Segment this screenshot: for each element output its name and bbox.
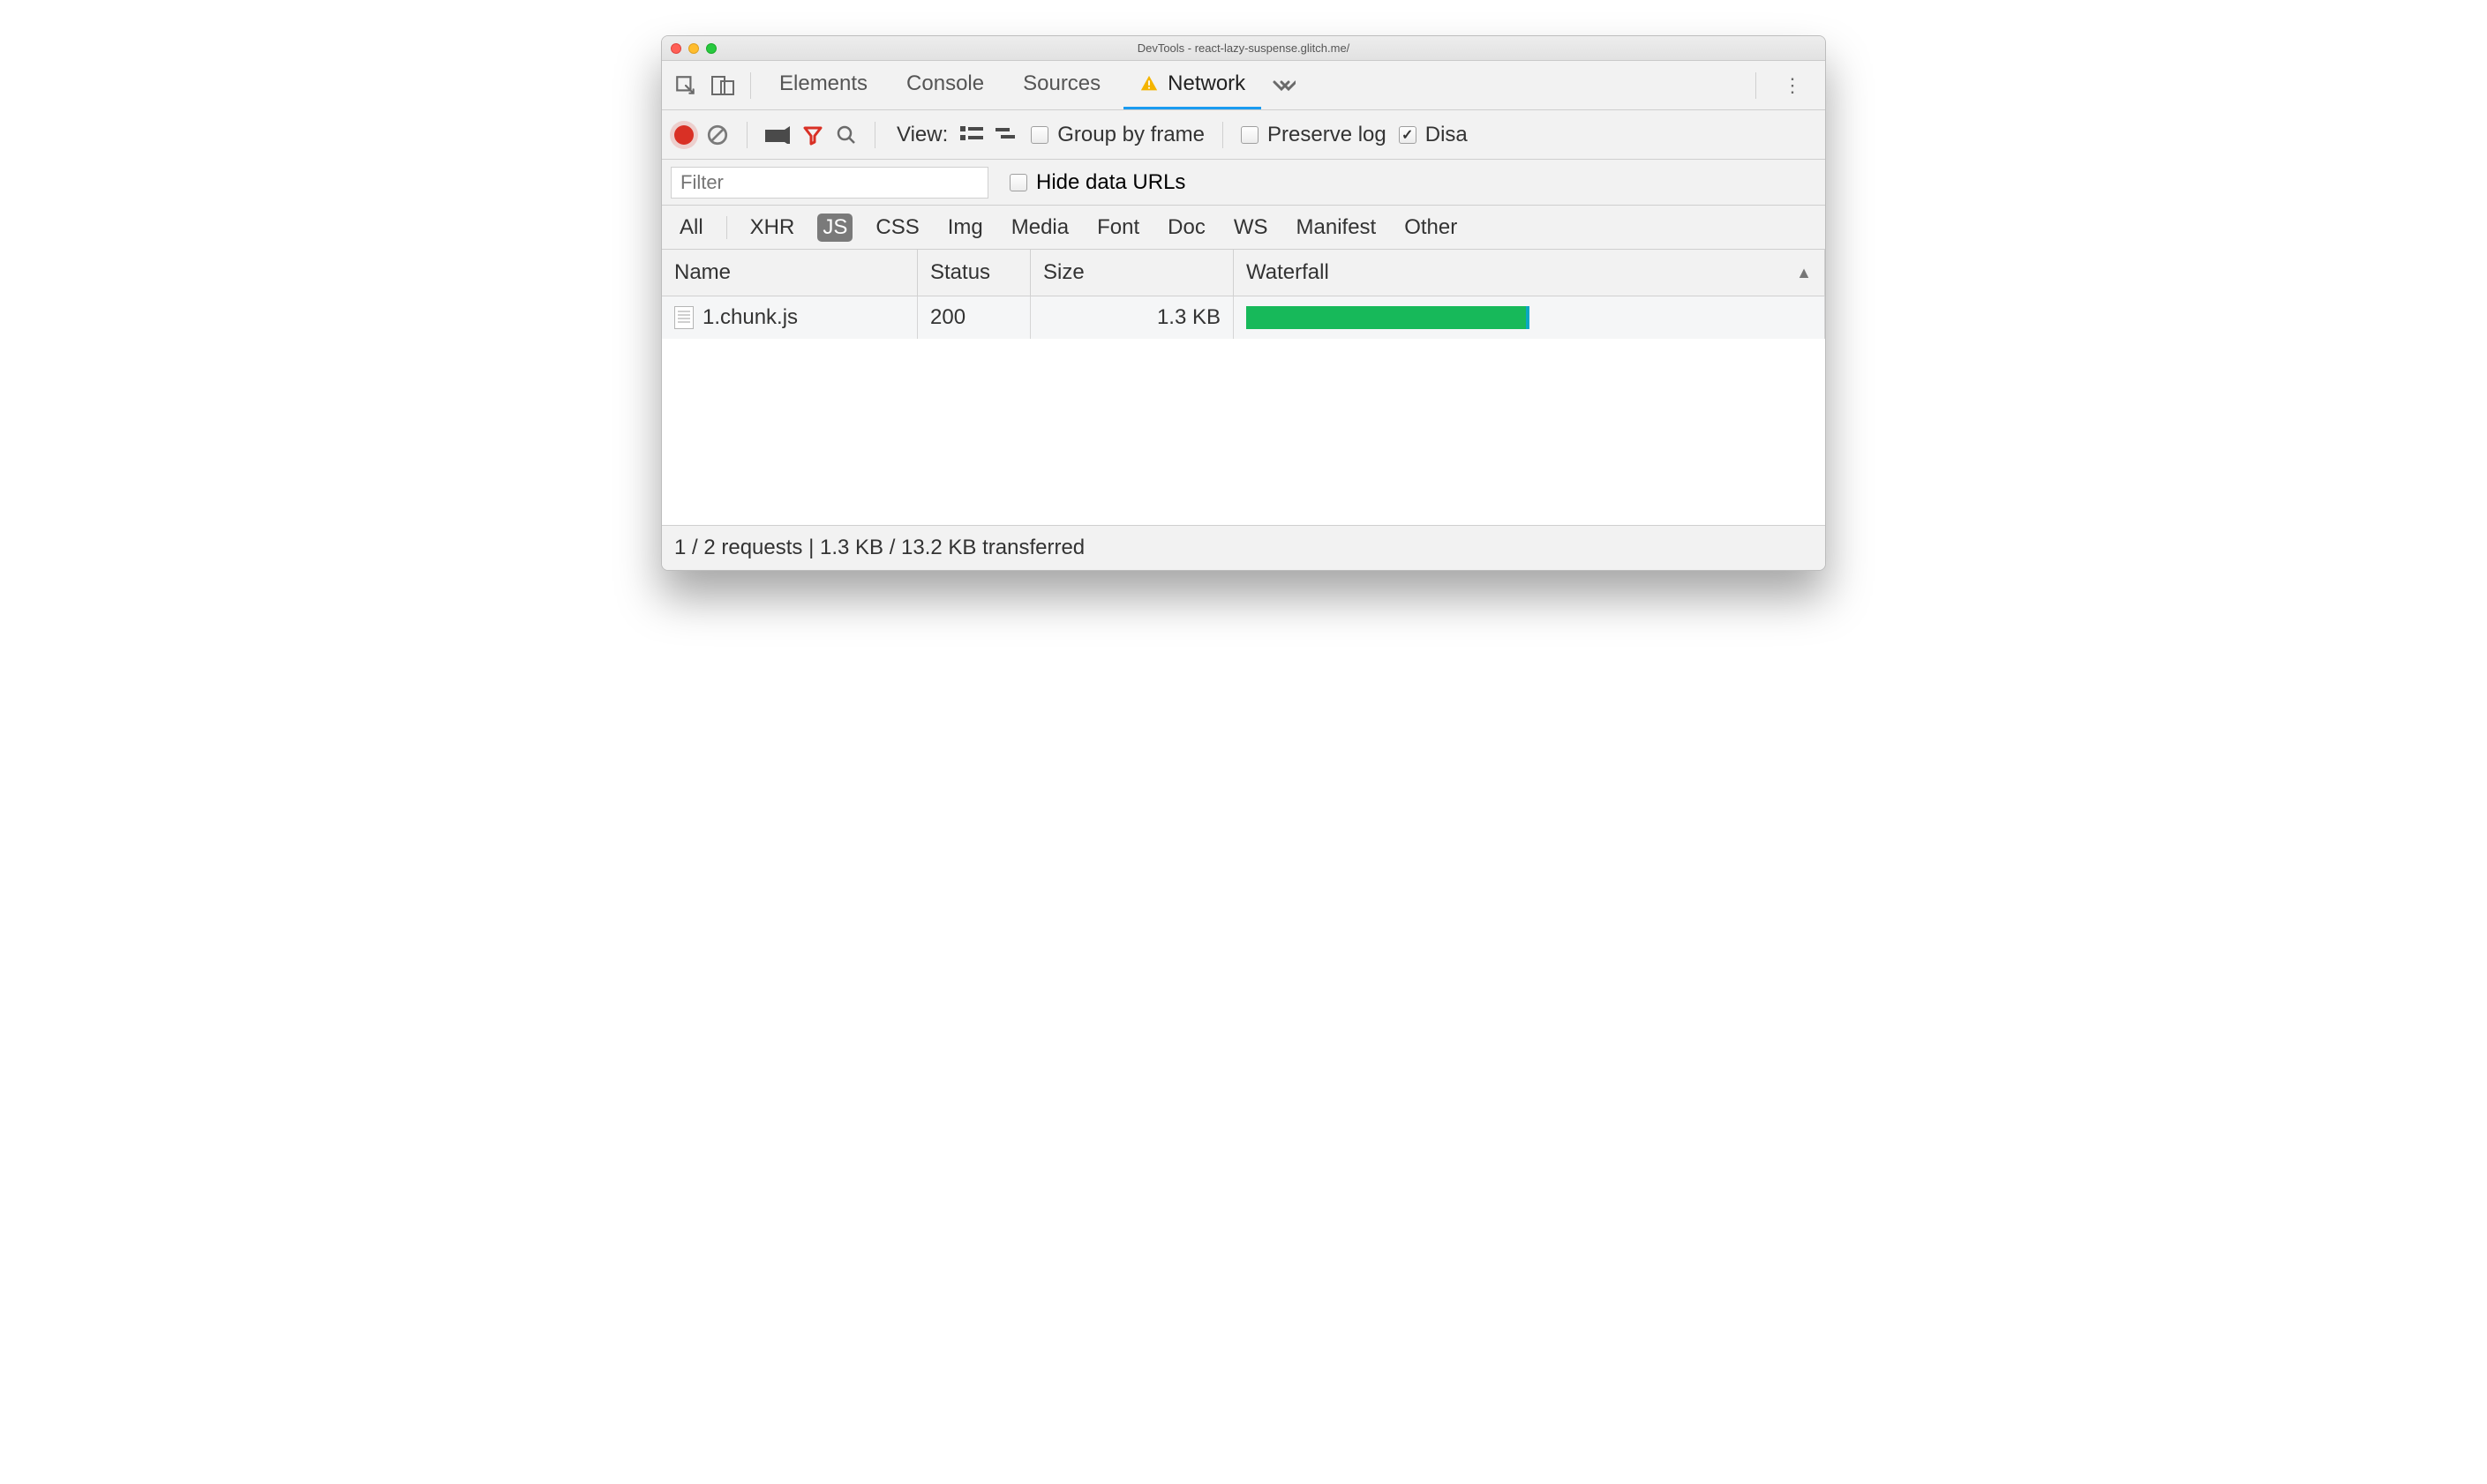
summary-text: 1 / 2 requests | 1.3 KB / 13.2 KB transf…: [674, 536, 1085, 560]
cell-name-text: 1.chunk.js: [703, 305, 798, 330]
panel-tabs: Elements Console Sources Network ⋮: [662, 61, 1825, 110]
tab-console[interactable]: Console: [890, 61, 1000, 109]
disable-cache-option[interactable]: Disa: [1399, 123, 1468, 147]
divider: [1222, 122, 1223, 148]
type-doc[interactable]: Doc: [1162, 214, 1211, 242]
minimize-window-icon[interactable]: [688, 43, 699, 54]
warning-icon: [1139, 74, 1159, 94]
summary-bar: 1 / 2 requests | 1.3 KB / 13.2 KB transf…: [662, 526, 1825, 570]
checkbox-icon[interactable]: [1010, 174, 1027, 191]
filter-icon[interactable]: [802, 124, 823, 146]
type-manifest[interactable]: Manifest: [1291, 214, 1382, 242]
cell-size[interactable]: 1.3 KB: [1031, 296, 1234, 339]
file-icon: [674, 306, 694, 329]
inspect-element-icon[interactable]: [671, 71, 701, 101]
type-img[interactable]: Img: [943, 214, 988, 242]
sort-asc-icon: ▲: [1796, 264, 1812, 282]
col-waterfall[interactable]: Waterfall▲: [1234, 250, 1825, 296]
col-status[interactable]: Status: [918, 250, 1031, 296]
type-other[interactable]: Other: [1399, 214, 1462, 242]
device-toolbar-icon[interactable]: [708, 71, 738, 101]
divider: [1755, 72, 1756, 99]
disable-cache-label: Disa: [1425, 123, 1468, 147]
requests-table: Name Status Size Waterfall▲ 1.chunk.js 2…: [662, 250, 1825, 526]
filter-input[interactable]: [671, 167, 988, 199]
tab-sources[interactable]: Sources: [1007, 61, 1116, 109]
filter-row: Hide data URLs: [662, 160, 1825, 206]
view-label: View:: [897, 123, 948, 147]
cell-waterfall[interactable]: [1234, 296, 1825, 339]
col-name[interactable]: Name: [662, 250, 918, 296]
large-rows-icon[interactable]: [960, 126, 983, 144]
close-window-icon[interactable]: [671, 43, 681, 54]
checkbox-icon[interactable]: [1399, 126, 1416, 144]
tab-elements[interactable]: Elements: [763, 61, 883, 109]
record-button[interactable]: [674, 125, 694, 145]
group-by-frame-label: Group by frame: [1057, 123, 1205, 147]
type-xhr[interactable]: XHR: [745, 214, 800, 242]
titlebar: DevTools - react-lazy-suspense.glitch.me…: [662, 36, 1825, 61]
search-icon[interactable]: [836, 124, 857, 146]
cell-name[interactable]: 1.chunk.js: [662, 296, 918, 339]
more-tabs-icon[interactable]: [1268, 71, 1298, 101]
hide-data-urls-label: Hide data URLs: [1036, 170, 1185, 195]
requests-body: 1.chunk.js 200 1.3 KB: [662, 296, 1825, 526]
type-ws[interactable]: WS: [1228, 214, 1274, 242]
waterfall-bar: [1246, 306, 1529, 329]
tab-sources-label: Sources: [1023, 71, 1101, 96]
network-toolbar: View: Group by frame Preserve log Disa: [662, 110, 1825, 160]
preserve-log-label: Preserve log: [1267, 123, 1386, 147]
preserve-log-option[interactable]: Preserve log: [1241, 123, 1386, 147]
type-font[interactable]: Font: [1092, 214, 1145, 242]
type-js[interactable]: JS: [817, 214, 853, 242]
hide-data-urls-option[interactable]: Hide data URLs: [1010, 170, 1185, 195]
clear-icon[interactable]: [706, 124, 729, 146]
tab-network-label: Network: [1168, 71, 1245, 96]
devtools-window: DevTools - react-lazy-suspense.glitch.me…: [661, 35, 1826, 571]
divider: [726, 216, 727, 239]
window-title: DevTools - react-lazy-suspense.glitch.me…: [662, 41, 1825, 55]
type-filter-row: All XHR JS CSS Img Media Font Doc WS Man…: [662, 206, 1825, 250]
col-size[interactable]: Size: [1031, 250, 1234, 296]
divider: [747, 122, 748, 148]
checkbox-icon[interactable]: [1241, 126, 1259, 144]
overview-icon[interactable]: [996, 126, 1018, 144]
tab-network[interactable]: Network: [1123, 61, 1261, 109]
checkbox-icon[interactable]: [1031, 126, 1048, 144]
divider: [750, 72, 751, 99]
type-css[interactable]: CSS: [870, 214, 924, 242]
type-all[interactable]: All: [674, 214, 709, 242]
cell-status[interactable]: 200: [918, 296, 1031, 339]
zoom-window-icon[interactable]: [706, 43, 717, 54]
settings-menu-icon[interactable]: ⋮: [1769, 74, 1816, 97]
type-media[interactable]: Media: [1006, 214, 1074, 242]
tab-console-label: Console: [906, 71, 984, 96]
capture-screenshots-icon[interactable]: [765, 126, 790, 144]
window-controls: [662, 43, 717, 54]
tab-elements-label: Elements: [779, 71, 868, 96]
group-by-frame-option[interactable]: Group by frame: [1031, 123, 1205, 147]
